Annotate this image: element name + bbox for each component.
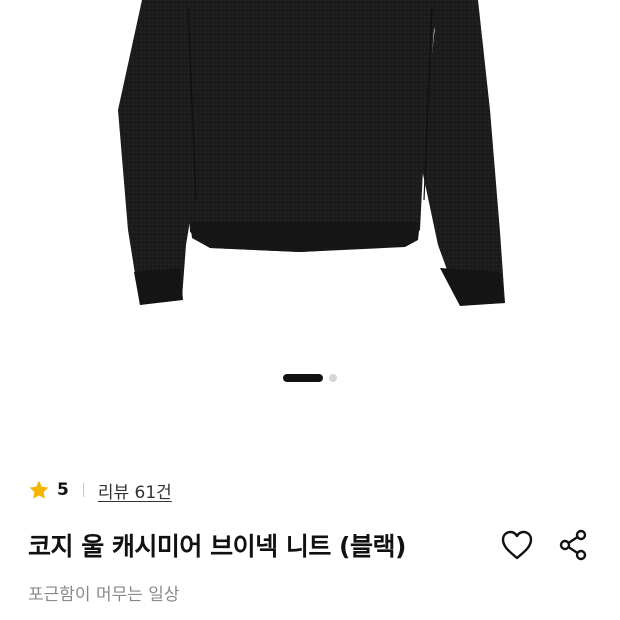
pager-dot-active[interactable] (283, 374, 323, 382)
title-row: 코지 울 캐시미어 브이넥 니트 (블랙) (28, 526, 592, 564)
wishlist-button[interactable] (498, 526, 536, 564)
rating-row: 5 리뷰 61건 (28, 478, 172, 503)
star-icon (28, 479, 50, 501)
share-button[interactable] (554, 526, 592, 564)
rating-divider (82, 483, 84, 497)
product-image[interactable] (0, 0, 620, 350)
rating-value: 5 (57, 480, 69, 500)
share-icon (559, 529, 587, 561)
review-count-link[interactable]: 리뷰 61건 (98, 478, 172, 503)
sweater-illustration (118, 0, 505, 306)
product-subtitle: 포근함이 머무는 일상 (28, 585, 180, 605)
heart-outline-icon (501, 530, 533, 560)
image-carousel-pager[interactable] (0, 373, 620, 383)
product-title: 코지 울 캐시미어 브이넥 니트 (블랙) (28, 532, 406, 561)
pager-dot[interactable] (329, 374, 337, 382)
product-actions (498, 526, 592, 564)
